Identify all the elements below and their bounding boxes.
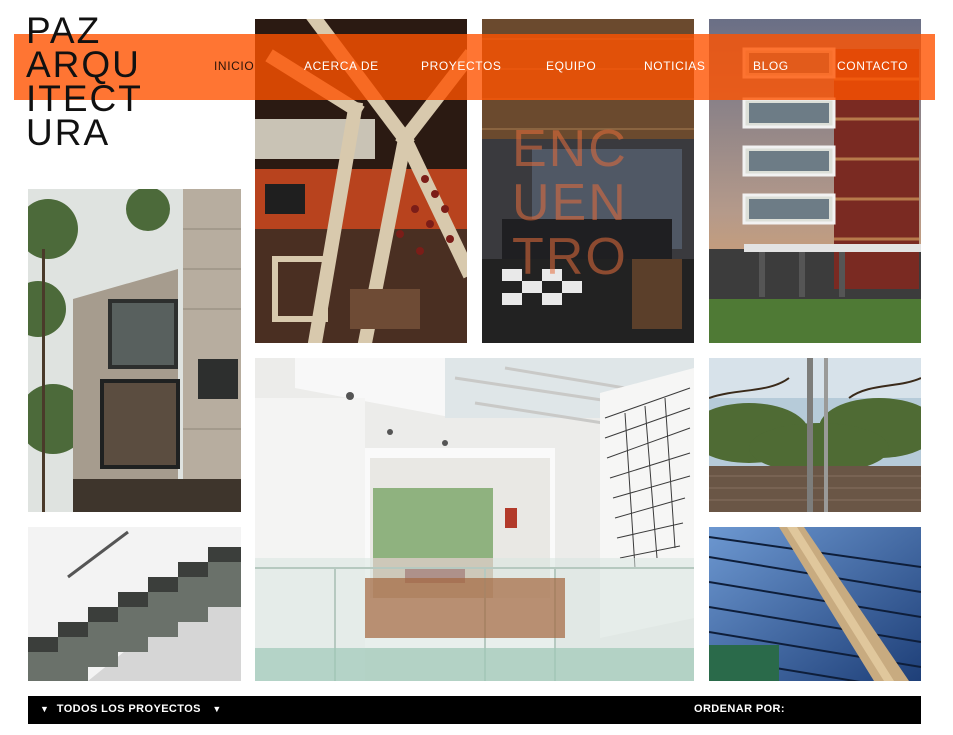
- courtyard-image: [255, 358, 694, 681]
- encuentro-overlay-text: ENC UEN TRO: [512, 122, 628, 284]
- site-logo[interactable]: PAZ ARQU ITECT URA: [26, 10, 143, 153]
- glass-facade-image: [709, 527, 921, 681]
- logo-line-2: ARQU: [26, 44, 141, 85]
- stairs-image: [28, 527, 241, 681]
- project-tile-concrete-house[interactable]: [28, 189, 241, 512]
- logo-line-1: PAZ: [26, 10, 102, 51]
- encuentro-line-3: TRO: [512, 228, 628, 286]
- deck-image: [709, 358, 921, 512]
- nav-noticias[interactable]: NOTICIAS: [644, 59, 705, 73]
- nav-contacto[interactable]: CONTACTO: [837, 59, 908, 73]
- logo-line-4: URA: [26, 112, 111, 153]
- project-tile-glass-facade[interactable]: [709, 527, 921, 681]
- project-tile-courtyard[interactable]: [255, 358, 694, 681]
- nav-acerca-de[interactable]: ACERCA DE: [304, 59, 379, 73]
- encuentro-line-1: ENC: [512, 120, 628, 178]
- project-tile-deck[interactable]: [709, 358, 921, 512]
- bottom-filter-bar: ▼ TODOS LOS PROYECTOS ▼ ORDENAR POR:: [28, 696, 921, 724]
- nav-proyectos[interactable]: PROYECTOS: [421, 59, 502, 73]
- filter-label: TODOS LOS PROYECTOS: [56, 703, 201, 715]
- sort-label[interactable]: ORDENAR POR:: [694, 703, 785, 715]
- chevron-down-icon: ▼: [212, 704, 222, 714]
- nav-blog[interactable]: BLOG: [753, 59, 789, 73]
- nav-inicio[interactable]: INICIO: [214, 59, 254, 73]
- concrete-house-image: [28, 189, 241, 512]
- nav-equipo[interactable]: EQUIPO: [546, 59, 596, 73]
- encuentro-line-2: UEN: [512, 174, 628, 232]
- project-filter-dropdown[interactable]: ▼ TODOS LOS PROYECTOS ▼: [40, 703, 222, 715]
- main-nav: INICIO ACERCA DE PROYECTOS EQUIPO NOTICI…: [0, 34, 953, 100]
- logo-line-3: ITECT: [26, 78, 143, 119]
- project-tile-stairs[interactable]: [28, 527, 241, 681]
- chevron-down-icon: ▼: [40, 704, 50, 714]
